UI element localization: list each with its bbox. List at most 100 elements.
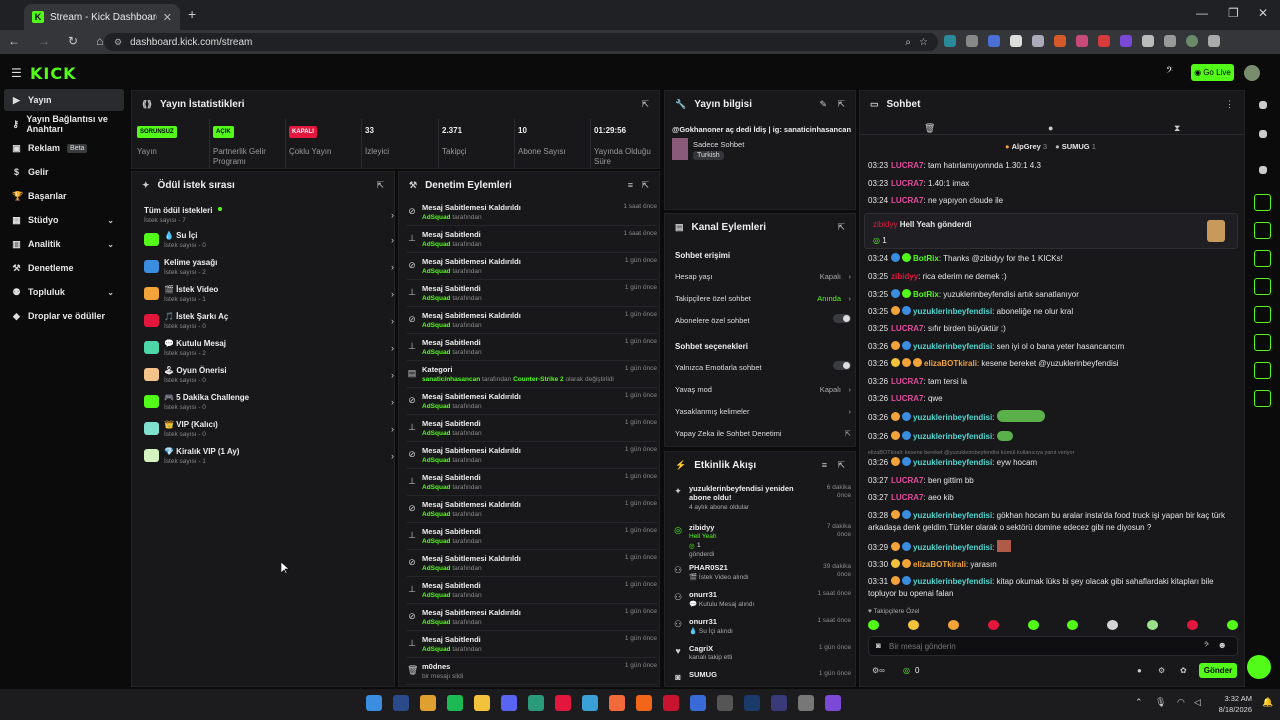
chat-message[interactable]: 03:26 yuzuklerinbeyfendisi: sen iyi ol o … xyxy=(868,341,1238,353)
message-user[interactable]: yuzuklerinbeyfendisi xyxy=(913,307,992,316)
moderation-row[interactable]: ⊥ Mesaj Sabitlendi AdSquad tarafından 1 gün… xyxy=(407,632,657,658)
subs-only-toggle[interactable] xyxy=(833,314,851,323)
chat-message[interactable]: 03:26 yuzuklerinbeyfendisi: xyxy=(868,431,1238,443)
taskbar-app-icon[interactable] xyxy=(690,695,706,711)
kick-logo[interactable]: KICK xyxy=(30,64,77,83)
message-user[interactable]: elizaBOTkirali xyxy=(924,359,977,368)
tray-chevron-icon[interactable]: ⌃ xyxy=(1135,697,1143,708)
extension-icon[interactable] xyxy=(1010,35,1022,47)
sidebar-item-başarılar[interactable]: 🏆 Başarılar xyxy=(4,185,124,207)
close-window-icon[interactable]: ✕ xyxy=(1258,6,1268,20)
rail-icon[interactable] xyxy=(1254,194,1271,211)
moderation-row[interactable]: ⊘ Mesaj Sabitlemesi Kaldırıldı AdSquad tar… xyxy=(407,200,657,226)
chat-message[interactable]: 03:31 yuzuklerinbeyfendisi: kitap okumak … xyxy=(868,576,1238,600)
taskbar-app-icon[interactable] xyxy=(555,695,571,711)
emote-icon[interactable] xyxy=(1107,620,1119,630)
moderation-row[interactable]: ⊥ Mesaj Sabitlendi AdSquad tarafından 1 gün… xyxy=(407,416,657,442)
emote-icon[interactable] xyxy=(1147,620,1159,630)
emote-icon[interactable] xyxy=(1067,620,1079,630)
sidebar-item-topluluk[interactable]: ⚉ Topluluk ⌄ xyxy=(4,281,124,303)
extension-icon[interactable] xyxy=(1098,35,1110,47)
rail-icon[interactable] xyxy=(1254,278,1271,295)
message-user[interactable]: yuzuklerinbeyfendisi xyxy=(913,342,992,351)
message-user[interactable]: elizaBOTkirali xyxy=(913,560,966,569)
address-bar[interactable]: ⚙ dashboard.kick.com/stream ⌕ ☆ xyxy=(104,33,938,51)
close-tab-icon[interactable]: ✕ xyxy=(163,11,172,24)
message-user[interactable]: yuzuklerinbeyfendisi xyxy=(913,458,992,467)
extension-icon[interactable] xyxy=(966,35,978,47)
chat-message[interactable]: 03:27 LUCRA7: aeo kib xyxy=(868,492,1238,504)
home-icon[interactable]: ⌂ xyxy=(96,34,103,48)
puzzle-icon[interactable]: ✿ xyxy=(1180,666,1187,675)
new-tab-icon[interactable]: + xyxy=(188,6,196,22)
zoom-icon[interactable]: ⌕ xyxy=(905,37,911,48)
chat-message[interactable]: 03:26 yuzuklerinbeyfendisi: xyxy=(868,410,1238,424)
back-icon[interactable]: ← xyxy=(8,34,20,48)
followers-only-row[interactable]: Takipçilere özel sohbet Anında › xyxy=(675,294,851,303)
taskbar-app-icon[interactable] xyxy=(582,695,598,711)
moderation-row[interactable]: ⊥ Mesaj Sabitlendi AdSquad tarafından 1 gün… xyxy=(407,524,657,550)
extension-icon[interactable] xyxy=(944,35,956,47)
chat-message[interactable]: 03:24 BotRix: Thanks @zibidyy for the 1 K… xyxy=(868,253,1238,265)
message-user[interactable]: LUCRA7 xyxy=(891,161,923,170)
message-user[interactable]: BotRix xyxy=(913,254,939,263)
message-user[interactable]: yuzuklerinbeyfendisi xyxy=(913,432,992,441)
clock[interactable]: 3:32 AM 8/18/2026 xyxy=(1214,693,1252,715)
minimize-icon[interactable]: — xyxy=(1196,6,1208,20)
account-age-row[interactable]: Hesap yaşı Kapalı › xyxy=(675,272,851,281)
kick-studio-icon[interactable]: 𝄢 xyxy=(1166,66,1173,79)
emoji-icon[interactable]: ☻ xyxy=(1218,640,1227,650)
chat-message[interactable]: 03:29 yuzuklerinbeyfendisi: xyxy=(868,540,1238,554)
message-user[interactable]: LUCRA7 xyxy=(891,476,923,485)
message-user[interactable]: zibidyy xyxy=(891,272,918,281)
reward-row[interactable]: 👑 VIP (Kalıcı) İstek sayısı - 0 › xyxy=(144,418,394,445)
top-gifter[interactable]: ● AlpGrey 3 xyxy=(1005,142,1047,151)
message-user[interactable]: LUCRA7 xyxy=(891,377,923,386)
taskbar-app-icon[interactable] xyxy=(825,695,841,711)
sidebar-item-yayın[interactable]: ▶ Yayın xyxy=(4,89,124,111)
chat-bubble-icon[interactable]: ● xyxy=(1137,666,1142,675)
extension-icon[interactable] xyxy=(1120,35,1132,47)
reward-row[interactable]: 💬 Kutulu Mesaj İstek sayısı - 2 › xyxy=(144,337,394,364)
taskbar-app-icon[interactable] xyxy=(744,695,760,711)
chat-message[interactable]: elizaBOTkirali: kesene bereket @yuzukler… xyxy=(868,450,1238,469)
rail-icon[interactable] xyxy=(1254,250,1271,267)
message-user[interactable]: LUCRA7 xyxy=(891,394,923,403)
rail-icon[interactable] xyxy=(1254,306,1271,323)
moderation-row[interactable]: ⊥ Mesaj Sabitlendi AdSquad tarafından 1 gün… xyxy=(407,281,657,307)
ai-moderation-row[interactable]: Yapay Zeka ile Sohbet Denetimi ⇱ xyxy=(675,429,851,438)
bookmark-star-icon[interactable]: ☆ xyxy=(919,37,928,48)
rail-icon[interactable] xyxy=(1254,334,1271,351)
sidebar-item-droplar-ve-ödüller[interactable]: ◆ Droplar ve ödüller xyxy=(4,305,124,327)
moderation-row[interactable]: ⊘ Mesaj Sabitlemesi Kaldırıldı AdSquad tar… xyxy=(407,389,657,415)
emote-icon[interactable] xyxy=(868,620,879,630)
message-user[interactable]: yuzuklerinbeyfendisi xyxy=(913,511,992,520)
browser-tab[interactable]: K Stream - Kick Dashboard ✕ xyxy=(24,4,180,30)
emote-icon[interactable] xyxy=(947,620,959,630)
chat-message[interactable]: 03:25 LUCRA7: sıfır birden büyüktür ;) xyxy=(868,323,1238,335)
volume-icon[interactable]: ◁ xyxy=(1194,697,1201,708)
reward-row[interactable]: 💧 Su İçi İstek sayısı - 0 › xyxy=(144,229,394,256)
go-live-button[interactable]: ◉ Go Live xyxy=(1191,64,1234,81)
message-user[interactable]: LUCRA7 xyxy=(891,179,923,188)
rail-icon[interactable] xyxy=(1254,362,1271,379)
filter-icon[interactable]: ≡ xyxy=(628,180,633,190)
moderation-row[interactable]: ⊘ Mesaj Sabitlemesi Kaldırıldı AdSquad tar… xyxy=(407,497,657,523)
popout-icon[interactable]: ⇱ xyxy=(376,180,384,191)
rail-icon[interactable] xyxy=(1259,130,1267,138)
reward-row[interactable]: Kelime yasağı İstek sayısı - 2 › xyxy=(144,256,394,283)
chat-message[interactable]: 03:27 LUCRA7: ben gittim bb xyxy=(868,475,1238,487)
chat-input[interactable] xyxy=(889,640,1189,653)
sidebar-item-stüdyo[interactable]: ▦ Stüdyo ⌄ xyxy=(4,209,124,231)
notification-icon[interactable]: 🔔 xyxy=(1262,697,1273,708)
moderation-row[interactable]: 🗑 m0dnes bir mesajı sildi 1 gün önce xyxy=(407,659,657,685)
extension-icon[interactable] xyxy=(1054,35,1066,47)
chat-message[interactable]: 03:28 yuzuklerinbeyfendisi: gökhan hocam … xyxy=(868,510,1238,534)
taskbar-app-icon[interactable] xyxy=(366,695,382,711)
reward-row[interactable]: 🎬 İstek Video İstek sayısı - 1 › xyxy=(144,283,394,310)
message-user[interactable]: LUCRA7 xyxy=(891,493,923,502)
chat-menu-icon[interactable]: ⋮ xyxy=(1225,99,1234,110)
reward-row[interactable]: 🎮 5 Dakika Challenge İstek sayısı - 0 › xyxy=(144,391,394,418)
gear-icon[interactable]: ⚙ xyxy=(1158,666,1165,675)
popout-icon[interactable]: ⇱ xyxy=(641,180,649,191)
